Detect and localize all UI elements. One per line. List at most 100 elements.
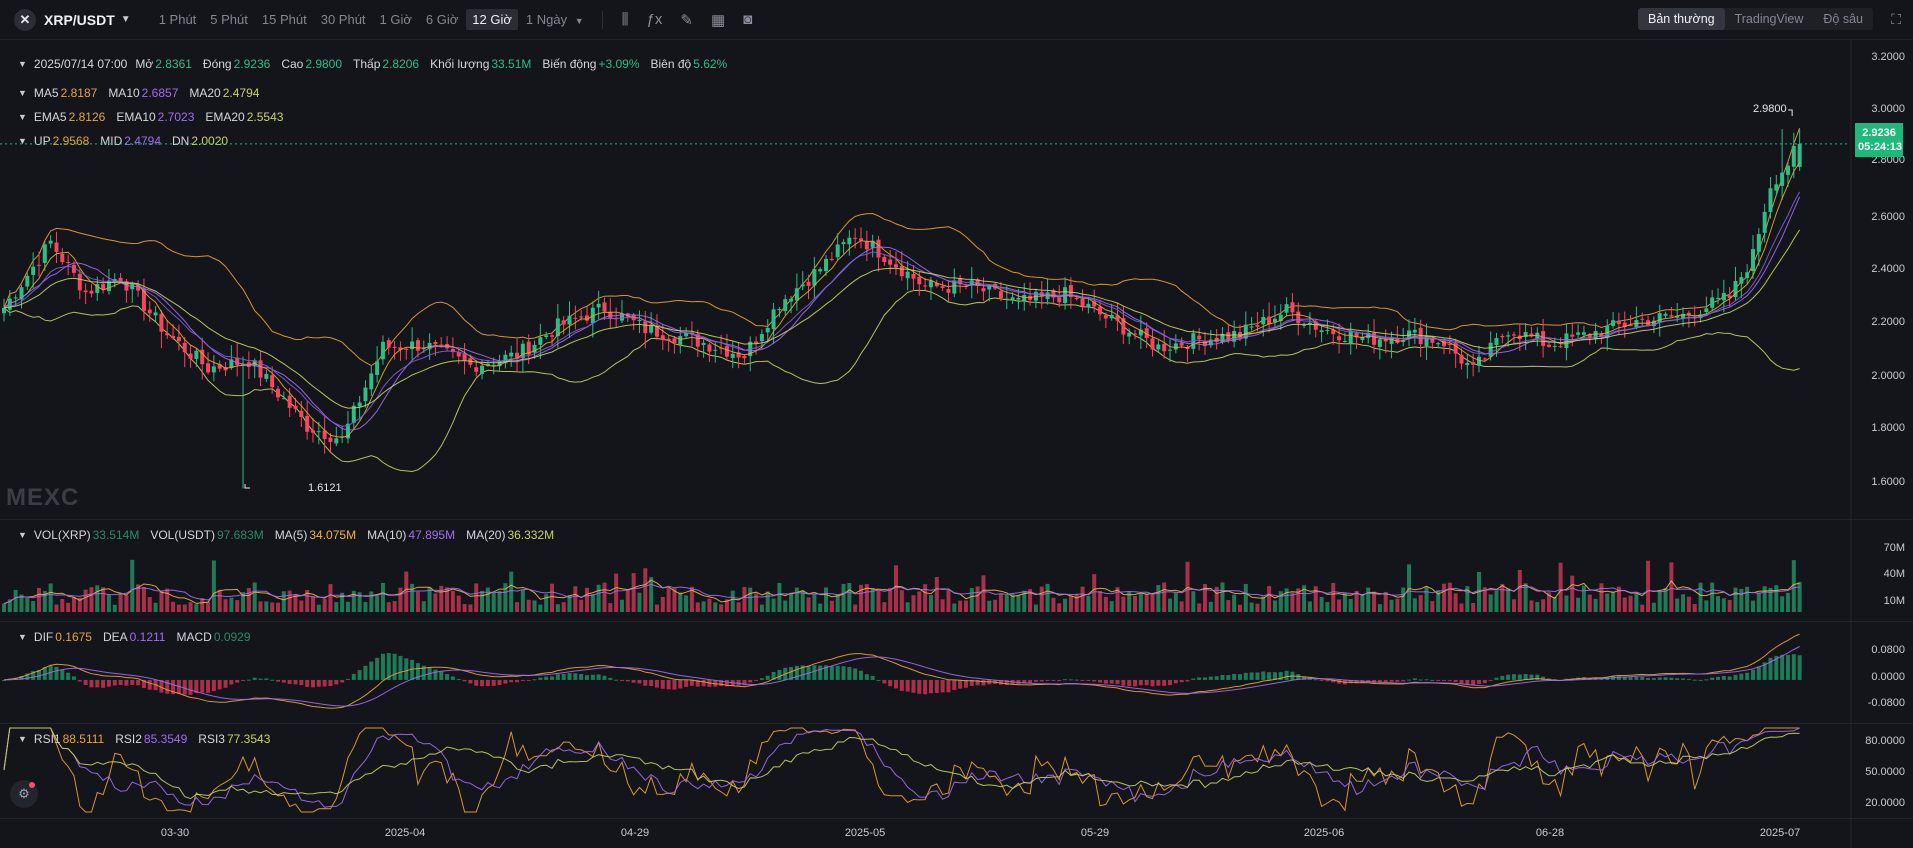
volume-bar	[1424, 586, 1429, 612]
candle	[911, 273, 916, 279]
interval-15m[interactable]: 15 Phút	[256, 9, 313, 30]
chevron-down-icon[interactable]: ▼	[18, 59, 27, 69]
volume-bar	[975, 586, 980, 612]
macd-histogram-bar	[270, 679, 275, 681]
chevron-down-icon[interactable]: ▼	[121, 14, 131, 25]
interval-1m[interactable]: 1 Phút	[153, 9, 203, 30]
macd-histogram-bar	[1168, 679, 1172, 686]
interval-12h[interactable]: 12 Giờ	[466, 9, 518, 30]
volume-bar	[730, 590, 735, 612]
candle	[1086, 303, 1091, 307]
macd-histogram-bar	[445, 674, 450, 680]
candle	[1121, 318, 1126, 335]
mode-depth[interactable]: Độ sâu	[1813, 8, 1873, 30]
ma10-value: 2.6857	[141, 86, 179, 100]
chevron-down-icon[interactable]: ▼	[18, 112, 27, 122]
camera-icon[interactable]: ◙	[743, 11, 752, 28]
chart-settings-button[interactable]: ⚙	[10, 780, 38, 808]
chevron-down-icon[interactable]: ▼	[18, 136, 27, 146]
candle	[369, 373, 374, 390]
volume-bar	[602, 582, 607, 612]
volume-bar	[375, 595, 380, 612]
candle	[1039, 292, 1044, 297]
candle	[1780, 172, 1785, 186]
candle	[724, 346, 729, 357]
macd-histogram-bar	[153, 679, 158, 691]
macd-histogram-bar	[1663, 677, 1668, 680]
candle	[1476, 356, 1481, 366]
candle	[649, 324, 654, 333]
candle	[520, 343, 525, 358]
ma20-label: MA20	[189, 86, 221, 100]
fullscreen-icon[interactable]: ⛶	[1891, 11, 1901, 28]
macd-histogram-bar	[1220, 674, 1225, 680]
volume-bar	[25, 597, 30, 612]
macd-histogram-bar	[637, 679, 642, 684]
macd-histogram-bar	[287, 679, 292, 684]
kline-chart[interactable]	[0, 0, 1913, 848]
interval-5m[interactable]: 5 Phút	[204, 9, 254, 30]
draw-pencil-icon[interactable]: ✎	[680, 11, 693, 29]
macd-histogram-bar	[520, 679, 525, 681]
layout-grid-icon[interactable]: ▦	[711, 11, 725, 29]
indicator-fx-icon[interactable]: ƒx	[647, 11, 663, 28]
candle	[491, 364, 496, 366]
volume-bar	[293, 593, 298, 612]
candle	[818, 269, 823, 272]
ma10-line	[3, 196, 1801, 431]
chevron-down-icon[interactable]: ▼	[18, 632, 27, 642]
candle	[561, 320, 566, 325]
ohlc-date: 2025/07/14 07:00	[33, 57, 128, 71]
candle	[1237, 332, 1242, 338]
exchange-logo-icon[interactable]: ✕	[14, 8, 36, 31]
candle	[1191, 333, 1196, 349]
candle-settings-icon[interactable]: ⫼	[622, 11, 629, 28]
candle	[759, 334, 764, 342]
volume-bar	[509, 571, 514, 612]
candle	[1436, 343, 1441, 345]
candle	[1133, 333, 1138, 335]
macd-histogram-bar	[1051, 679, 1056, 681]
macd-histogram-bar	[824, 665, 829, 680]
volume-bar	[474, 583, 479, 612]
mode-tradingview[interactable]: TradingView	[1725, 8, 1814, 30]
volume-bar	[1162, 582, 1167, 612]
price-axis-label: 3.2000	[1871, 51, 1905, 63]
macd-histogram-bar	[619, 679, 624, 681]
volume-bar	[754, 593, 759, 612]
interval-6h[interactable]: 6 Giờ	[420, 9, 464, 30]
interval-30m[interactable]: 30 Phút	[315, 9, 372, 30]
volume-bar	[1156, 585, 1161, 612]
chevron-down-icon[interactable]: ▼	[18, 88, 27, 98]
candle	[923, 285, 928, 287]
volume-bar	[1616, 586, 1621, 612]
chevron-down-icon[interactable]: ▼	[18, 530, 27, 540]
candle	[654, 326, 659, 337]
volume-bar	[456, 595, 461, 612]
volume-bar	[54, 604, 59, 612]
macd-histogram-bar	[713, 679, 718, 687]
interval-1d-dropdown[interactable]: 1 Ngày ▼	[520, 9, 590, 30]
candle	[1424, 337, 1429, 346]
macd-histogram-bar	[1535, 674, 1540, 680]
interval-1h[interactable]: 1 Giờ	[374, 9, 418, 30]
volume-bar	[1482, 587, 1487, 612]
symbol-selector[interactable]: XRP/USDT	[44, 12, 115, 28]
candle	[1651, 320, 1656, 327]
candle	[1115, 315, 1120, 321]
volume-bar	[159, 590, 164, 612]
volume-bar	[596, 584, 601, 612]
volume-bar	[1243, 583, 1248, 612]
candle	[1488, 342, 1493, 357]
chevron-down-icon[interactable]: ▼	[18, 734, 27, 744]
volume-bar	[1593, 598, 1598, 612]
ma5-line	[3, 162, 1801, 438]
macd-value: 0.0929	[213, 630, 251, 644]
candle	[800, 284, 805, 287]
macd-histogram-bar	[1716, 676, 1721, 680]
pane-divider	[0, 723, 1913, 724]
macd-histogram-bar	[911, 679, 916, 693]
candle	[106, 280, 111, 292]
mode-standard[interactable]: Bản thường	[1637, 8, 1725, 30]
volume-bar	[1581, 585, 1586, 612]
